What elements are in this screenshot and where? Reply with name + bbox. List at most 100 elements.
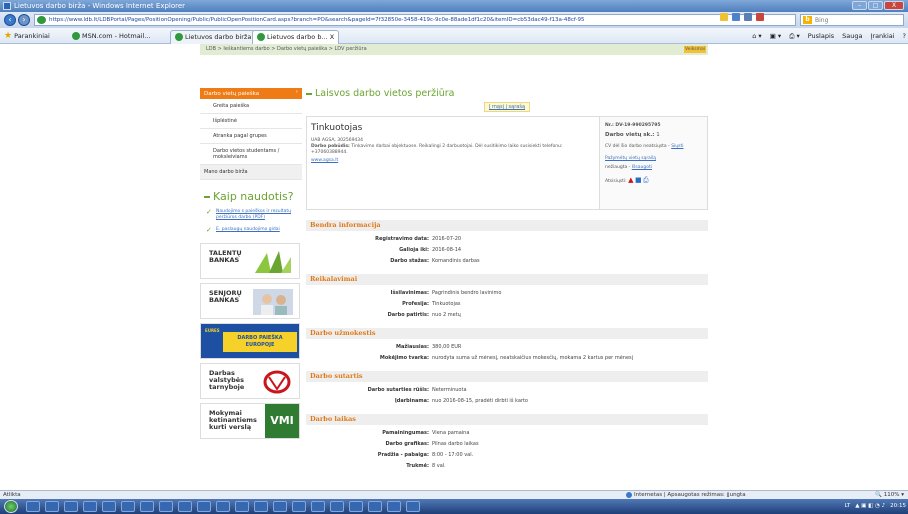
leaves-icon: [255, 251, 291, 273]
help-link-text: E. paslaugų naudojimo gidai: [216, 227, 280, 232]
taskbar-app-icon[interactable]: [64, 501, 78, 512]
help-link-guides[interactable]: ✓ E. paslaugų naudojimo gidai: [206, 227, 302, 234]
language-indicator[interactable]: LT: [845, 501, 851, 512]
kv-key: Profesija:: [402, 301, 429, 307]
nav-header-job-search[interactable]: Darbo vietų paieška: [200, 88, 302, 99]
eu-banner-text: DARBO PAIEŠKA EUROPOJE: [223, 332, 297, 352]
job-id: Nr.: DV-19-990295795: [605, 123, 661, 128]
back-arrow-icon[interactable]: ‹: [4, 14, 16, 26]
print-icon[interactable]: ⎙ ▾: [789, 28, 800, 44]
taskbar-app-icon[interactable]: [368, 501, 382, 512]
status-bar: Atlikta Internetas | Apsaugotas režimas:…: [0, 490, 908, 499]
cmd-safety[interactable]: Sauga: [842, 28, 862, 44]
taskbar-app-icon[interactable]: [178, 501, 192, 512]
taskbar-app-icon[interactable]: [159, 501, 173, 512]
taskbar-app-icon[interactable]: [216, 501, 230, 512]
zoom-control[interactable]: 🔍 110% ▾: [875, 491, 904, 499]
job-card: Tinkuotojas UAB AGSA, 302569434 Darbo po…: [306, 116, 708, 210]
marked-list-link[interactable]: Pažymėtų vietų sąrašą: [605, 156, 702, 162]
cmd-tools[interactable]: Įrankiai: [870, 28, 894, 44]
security-zone[interactable]: Internetas | Apsaugotas režimas: įjungta: [626, 491, 746, 499]
taskbar-app-icon[interactable]: [387, 501, 401, 512]
back-to-list-link[interactable]: Į mąsį į sąrašą: [483, 102, 531, 112]
taskbar-app-icon[interactable]: [45, 501, 59, 512]
nav-item-quick-search[interactable]: Greita paieška: [200, 99, 302, 114]
kv-row: Mokėjimo tvarka: nurodyta suma už mėnesį,…: [306, 355, 708, 361]
job-description-label: Darbo pobūdis:: [311, 144, 350, 149]
help-title: Kaip naudotis?: [213, 190, 294, 203]
kv-row: Pradžia - pabaiga: 8:00 - 17:00 val.: [306, 452, 708, 458]
cmd-page[interactable]: Puslapis: [808, 28, 834, 44]
stop-icon[interactable]: [756, 13, 764, 21]
kv-value: Pagrindinis bendro lavinimo: [432, 290, 502, 296]
search-input[interactable]: b Bing: [800, 14, 904, 26]
close-window-button[interactable]: X: [884, 1, 904, 10]
taskbar-app-icon[interactable]: [102, 501, 116, 512]
tools-button[interactable]: Veiksmai: [684, 46, 706, 53]
nav-item-advanced[interactable]: Išplėstinė: [200, 114, 302, 129]
kv-key: Darbo grafikas:: [385, 441, 429, 447]
taskbar-app-icon[interactable]: [311, 501, 325, 512]
page-title-text: Laisvos darbo vietos peržiūra: [315, 88, 455, 99]
taskbar-app-icon[interactable]: [406, 501, 420, 512]
pdf-icon[interactable]: ▲: [628, 176, 633, 184]
taskbar-app-icon[interactable]: [26, 501, 40, 512]
forward-arrow-icon[interactable]: ›: [18, 14, 30, 26]
kv-row: Profesija: Tinkuotojas: [306, 301, 708, 307]
bing-icon: b: [803, 16, 812, 24]
start-button[interactable]: [4, 500, 18, 513]
taskbar-app-icon[interactable]: [140, 501, 154, 512]
nav-item-groups[interactable]: Atranka pagal grupes: [200, 129, 302, 144]
home-icon[interactable]: ⌂ ▾: [752, 28, 761, 44]
help-icon[interactable]: ?: [903, 28, 906, 44]
kv-key: Mažiausias:: [396, 344, 429, 350]
help-link-text: Naudojimo s paieškos ir rezultatų peržiū…: [216, 209, 292, 220]
url-text: https://www.ldb.lt/LDBPortal/Pages/Posit…: [49, 17, 585, 23]
nav-item-students[interactable]: Darbo vietos studentams / moksleiviams: [200, 144, 302, 165]
kv-row: Darbo sutarties rūšis: Neterminuota: [306, 387, 708, 393]
refresh-icon[interactable]: [732, 13, 740, 21]
page-content: LDB > Ieškantiems darbo > Darbo vietų pa…: [0, 44, 908, 490]
tab-2[interactable]: Lietuvos darbo b... X: [252, 30, 340, 44]
tray-icons[interactable]: ▲ ▣ ◧ ◔ ♪: [855, 501, 885, 512]
banner-talentu-bankas[interactable]: TALENTŲ BANKAS: [200, 243, 300, 279]
lock-icon[interactable]: [720, 13, 728, 21]
banner-senjoru-bankas[interactable]: SENJORŲ BANKAS: [200, 283, 300, 319]
kv-key: Galioja iki:: [399, 247, 429, 253]
tab-1[interactable]: Lietuvos darbo birža: [170, 30, 257, 44]
taskbar-app-icon[interactable]: [254, 501, 268, 512]
print-page-icon[interactable]: ⎙: [643, 176, 649, 184]
banner-vdt[interactable]: Darbas valstybės tarnyboje: [200, 363, 300, 399]
taskbar-app-icon[interactable]: [235, 501, 249, 512]
breadcrumb-text[interactable]: LDB > Ieškantiems darbo > Darbo vietų pa…: [206, 46, 367, 52]
msn-favorite[interactable]: MSN.com - Hotmail...: [72, 28, 151, 44]
nav-item-my-account[interactable]: Mano darbo birža: [200, 165, 302, 180]
clock[interactable]: 20:15: [890, 501, 906, 512]
tab-close-icon[interactable]: X: [330, 33, 334, 41]
taskbar-app-icon[interactable]: [197, 501, 211, 512]
compat-icon[interactable]: [744, 13, 752, 21]
taskbar-app-icon[interactable]: [273, 501, 287, 512]
save-link[interactable]: Išsaugoti: [632, 165, 652, 170]
job-website-link[interactable]: www.agsa.lt: [311, 158, 591, 164]
taskbar-app-icon[interactable]: [292, 501, 306, 512]
feeds-icon[interactable]: ▣ ▾: [770, 28, 781, 44]
kv-row: Mažiausias: 380,00 EUR: [306, 344, 708, 350]
kv-value: 8:00 - 17:00 val.: [432, 452, 474, 458]
taskbar-app-icon[interactable]: [349, 501, 363, 512]
taskbar-app-icon[interactable]: [330, 501, 344, 512]
doc-icon[interactable]: ■: [635, 176, 642, 184]
maximize-button[interactable]: □: [868, 1, 883, 10]
taskbar-app-icon[interactable]: [121, 501, 135, 512]
favorites-button[interactable]: ★ Parankiniai: [4, 28, 50, 44]
banner-vmi[interactable]: Mokymai ketinantiems kurti verslą VMI: [200, 403, 300, 439]
banner-eures[interactable]: EURES DARBO PAIEŠKA EUROPOJE: [200, 323, 300, 359]
star-icon: ★: [4, 31, 13, 41]
minimize-button[interactable]: –: [852, 1, 867, 10]
send-cv-link[interactable]: Siųsti: [671, 144, 683, 149]
help-link-pdf[interactable]: ✓ Naudojimo s paieškos ir rezultatų perži…: [206, 209, 302, 221]
kv-value: nuo 2016-08-15, pradėti dirbti iš karto: [432, 398, 528, 404]
taskbar-app-icon[interactable]: [83, 501, 97, 512]
kv-key: Įdarbinama:: [394, 398, 429, 404]
url-input[interactable]: https://www.ldb.lt/LDBPortal/Pages/Posit…: [34, 14, 796, 26]
